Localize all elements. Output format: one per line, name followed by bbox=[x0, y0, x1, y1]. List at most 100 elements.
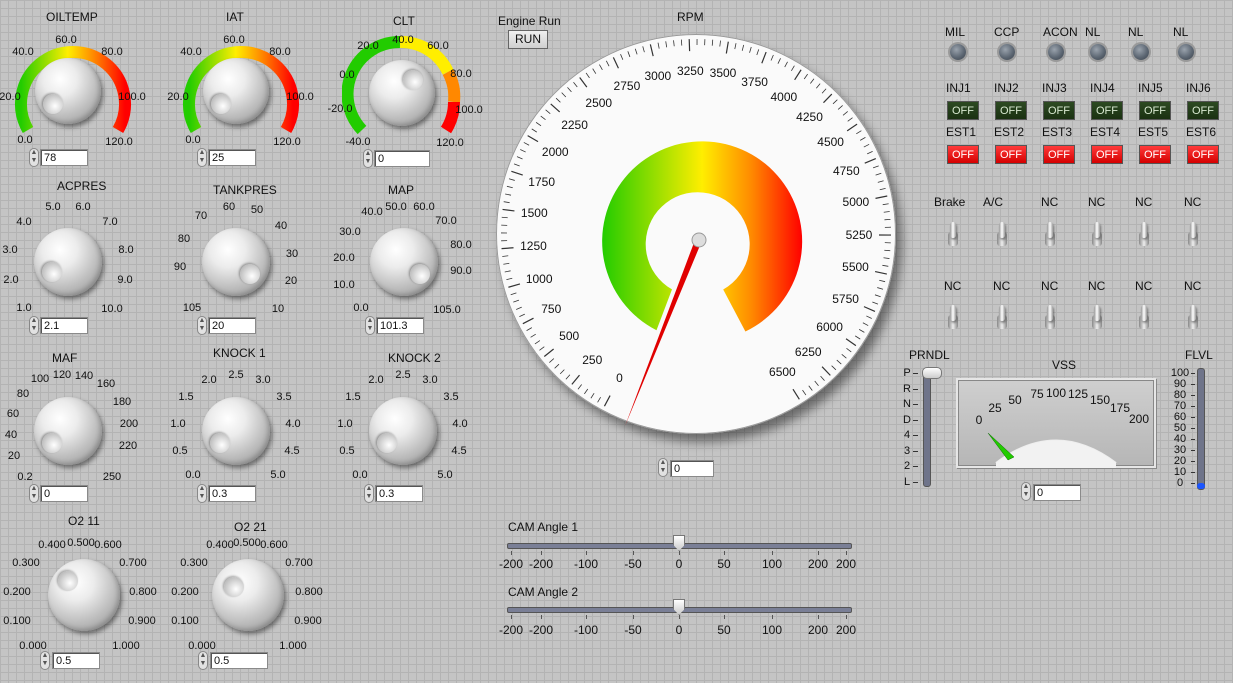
acpres-value[interactable]: 2.1 bbox=[40, 317, 88, 334]
clt-value[interactable]: 0 bbox=[374, 150, 430, 167]
cam-angle-1-slider[interactable]: CAM Angle 1 -200 -200 -100 -50 0 50 100 200 200 bbox=[499, 518, 860, 578]
rpm-tick-label: 3000 bbox=[644, 68, 672, 83]
rpm-tick-mark bbox=[590, 392, 595, 399]
knock2-knob-control[interactable]: KNOCK 2 0.0 0.5 1.0 1.5 2.0 2.5 3.0 3.5 … bbox=[335, 345, 485, 510]
toggle-switch-lever bbox=[999, 222, 1005, 238]
toggle-switch[interactable] bbox=[1139, 222, 1149, 248]
toggle-switch[interactable] bbox=[948, 222, 958, 248]
toggle-switch[interactable] bbox=[1045, 222, 1055, 248]
flvl-slider[interactable]: FLVL 100 90 80 70 60 50 40 30 20 10 0 bbox=[1160, 345, 1220, 495]
tankpres-spinner[interactable]: ▲ ▼ bbox=[197, 316, 207, 335]
injector-indicator[interactable]: OFF bbox=[1139, 101, 1171, 120]
toggle-switch[interactable] bbox=[1092, 305, 1102, 331]
est-indicator[interactable]: OFF bbox=[1043, 145, 1075, 164]
oiltemp-spinner[interactable]: ▲ ▼ bbox=[29, 148, 39, 167]
map-knob[interactable] bbox=[370, 228, 438, 296]
cam-tick-mark bbox=[541, 551, 542, 555]
maf-knob-control[interactable]: MAF 0.2 20 40 60 80 100 120 140 160 180 … bbox=[0, 345, 150, 510]
toggle-switch[interactable] bbox=[1092, 222, 1102, 248]
cam-tick-label: 50 bbox=[717, 557, 731, 571]
map-knob-control[interactable]: MAP 0.0 10.0 20.0 30.0 40.0 50.0 60.0 70… bbox=[330, 175, 480, 340]
acpres-spinner[interactable]: ▲ ▼ bbox=[29, 316, 39, 335]
vss-value[interactable]: 0 bbox=[1033, 484, 1081, 501]
tick-label: 100.0 bbox=[286, 91, 314, 103]
vss-spinner[interactable]: ▲ ▼ bbox=[1021, 482, 1031, 501]
rpm-tick-mark bbox=[554, 363, 560, 369]
cam-angle-2-slider[interactable]: CAM Angle 2 -200 -200 -100 -50 0 50 100 200 200 bbox=[499, 583, 860, 643]
tick-label: -20.0 bbox=[327, 103, 353, 115]
rpm-tick-mark bbox=[794, 69, 802, 81]
est-indicator[interactable]: OFF bbox=[1091, 145, 1123, 164]
injector-indicator[interactable]: OFF bbox=[995, 101, 1027, 120]
prndl-track[interactable] bbox=[923, 371, 931, 487]
knock1-knob[interactable] bbox=[202, 397, 270, 465]
maf-knob[interactable] bbox=[34, 397, 102, 465]
flvl-track[interactable] bbox=[1197, 368, 1205, 490]
knock2-value[interactable]: 0.3 bbox=[375, 485, 423, 502]
prndl-thumb[interactable] bbox=[922, 367, 942, 379]
clt-gauge[interactable]: CLT -40.0 -20.0 0.0 20.0 40.0 60.0 80.0 … bbox=[327, 0, 483, 170]
maf-spinner[interactable]: ▲ ▼ bbox=[29, 484, 39, 503]
rpm-tick-mark bbox=[513, 163, 520, 167]
o2-21-knob[interactable] bbox=[212, 559, 284, 631]
clt-knob[interactable] bbox=[369, 60, 435, 126]
rpm-tick-mark bbox=[543, 348, 555, 357]
knock1-value[interactable]: 0.3 bbox=[208, 485, 256, 502]
o2-11-knob-control[interactable]: O2 11 0.000 0.100 0.200 0.300 0.400 0.50… bbox=[0, 512, 165, 682]
toggle-switch-lever bbox=[999, 305, 1005, 321]
toggle-switch[interactable] bbox=[1188, 222, 1198, 248]
tick-label: 80.0 bbox=[450, 239, 472, 251]
rpm-spinner[interactable]: ▲ ▼ bbox=[658, 458, 668, 477]
oiltemp-knob[interactable] bbox=[35, 58, 101, 124]
rpm-value[interactable]: 0 bbox=[670, 460, 714, 477]
map-value[interactable]: 101.3 bbox=[376, 317, 424, 334]
maf-value[interactable]: 0 bbox=[40, 485, 88, 502]
clt-spinner[interactable]: ▲ ▼ bbox=[363, 149, 373, 168]
toggle-switch[interactable] bbox=[948, 305, 958, 331]
oiltemp-gauge[interactable]: OILTEMP 0.0 20.0 40.0 60.0 80.0 100.0 12… bbox=[0, 0, 150, 170]
iat-spinner[interactable]: ▲ ▼ bbox=[197, 148, 207, 167]
indicator-led bbox=[999, 44, 1015, 60]
iat-value[interactable]: 25 bbox=[208, 149, 256, 166]
est-indicator[interactable]: OFF bbox=[1139, 145, 1171, 164]
acpres-knob-control[interactable]: ACPRES 1.0 2.0 3.0 4.0 5.0 6.0 7.0 8.0 9… bbox=[0, 175, 150, 340]
toggle-switch[interactable] bbox=[1139, 305, 1149, 331]
toggle-switch[interactable] bbox=[997, 222, 1007, 248]
prndl-slider[interactable]: PRNDL PRND 4 3 2 L bbox=[900, 345, 950, 495]
tankpres-value[interactable]: 20 bbox=[208, 317, 256, 334]
rpm-tick-mark bbox=[522, 317, 534, 325]
o2-21-value[interactable]: 0.5 bbox=[210, 652, 268, 669]
tick-label: 220 bbox=[118, 440, 138, 452]
est-indicator[interactable]: OFF bbox=[947, 145, 979, 164]
knock1-spinner[interactable]: ▲ ▼ bbox=[197, 484, 207, 503]
injector-indicator[interactable]: OFF bbox=[1043, 101, 1075, 120]
injector-indicator[interactable]: OFF bbox=[947, 101, 979, 120]
est-indicator[interactable]: OFF bbox=[995, 145, 1027, 164]
toggle-switch[interactable] bbox=[997, 305, 1007, 331]
acpres-knob[interactable] bbox=[34, 228, 102, 296]
iat-knob[interactable] bbox=[203, 58, 269, 124]
map-spinner[interactable]: ▲ ▼ bbox=[365, 316, 375, 335]
knock2-spinner[interactable]: ▲ ▼ bbox=[364, 484, 374, 503]
iat-gauge[interactable]: IAT 0.0 20.0 40.0 60.0 80.0 100.0 120.0 … bbox=[167, 0, 318, 170]
tankpres-knob[interactable] bbox=[202, 228, 270, 296]
knock2-knob[interactable] bbox=[369, 397, 437, 465]
toggle-switch[interactable] bbox=[1188, 305, 1198, 331]
injector-indicator[interactable]: OFF bbox=[1091, 101, 1123, 120]
knock1-knob-control[interactable]: KNOCK 1 0.0 0.5 1.0 1.5 2.0 2.5 3.0 3.5 … bbox=[168, 345, 318, 510]
rpm-tick-mark bbox=[534, 340, 541, 345]
o2-21-spinner[interactable]: ▲ ▼ bbox=[198, 651, 208, 670]
o2-21-knob-control[interactable]: O2 21 0.000 0.100 0.200 0.300 0.400 0.50… bbox=[168, 512, 333, 682]
rpm-tick-label: 1250 bbox=[520, 239, 547, 254]
oiltemp-value[interactable]: 78 bbox=[40, 149, 88, 166]
rpm-gauge[interactable]: 0 250 500 750 1000 1250 1500 1750 2000 2250 2500 27… bbox=[488, 28, 908, 448]
tankpres-knob-control[interactable]: TANKPRES 105 90 80 70 60 50 40 30 20 10 … bbox=[168, 175, 318, 340]
tick-label: -40.0 bbox=[345, 136, 371, 148]
est-indicator[interactable]: OFF bbox=[1187, 145, 1219, 164]
injector-indicator[interactable]: OFF bbox=[1187, 101, 1219, 120]
o2-11-value[interactable]: 0.5 bbox=[52, 652, 100, 669]
o2-11-knob[interactable] bbox=[48, 559, 120, 631]
o2-11-spinner[interactable]: ▲ ▼ bbox=[40, 651, 50, 670]
toggle-switch[interactable] bbox=[1045, 305, 1055, 331]
tick-label: 0.300 bbox=[180, 557, 208, 569]
